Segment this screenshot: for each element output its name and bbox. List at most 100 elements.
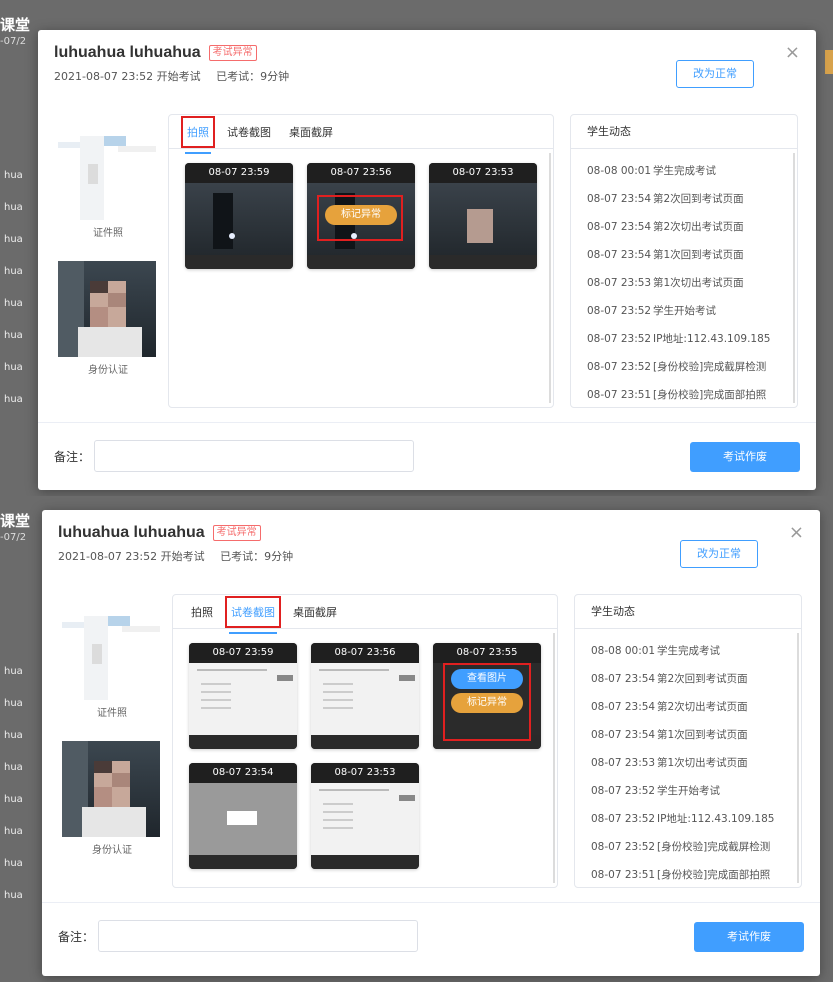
status-badge: 考试异常 <box>208 45 257 61</box>
close-icon[interactable]: × <box>789 522 804 543</box>
background-rows: hua hua hua hua hua hua hua hua <box>4 160 23 416</box>
student-exam-dialog: luhuahua luhuahua 考试异常 2021-08-07 23:52 … <box>38 30 816 490</box>
tab-photos[interactable]: 拍照 <box>181 115 215 154</box>
background-row: hua <box>4 826 23 837</box>
id-verify-caption: 身份认证 <box>92 845 132 856</box>
dialog-header: luhuahua luhuahua 考试异常 2021-08-07 23:52 … <box>54 44 289 84</box>
face-photo[interactable] <box>58 261 156 357</box>
remark-input[interactable] <box>94 440 415 472</box>
student-name: luhuahua luhuahua <box>58 524 205 541</box>
background-row: hua <box>4 762 23 773</box>
remark-row: 备注： <box>58 920 419 952</box>
list-item: 08-07 23:52 [身份校验]完成截屏检测 <box>591 841 771 853</box>
list-item: 08-07 23:52 学生开始考试 <box>587 305 716 317</box>
activity-panel: 学生动态 08-08 00:01 学生完成考试 08-07 23:54 第2次回到考… <box>574 594 802 888</box>
background-row: hua <box>4 202 23 213</box>
thumb-time: 08-07 23:54 <box>189 763 297 783</box>
dialog-header: luhuahua luhuahua 考试异常 2021-08-07 23:52 … <box>58 524 293 564</box>
face-photo[interactable] <box>62 741 160 837</box>
thumb-time: 08-07 23:59 <box>189 643 297 663</box>
thumb-time: 08-07 23:53 <box>311 763 419 783</box>
tab-paper-screenshots[interactable]: 试卷截图 <box>225 595 281 634</box>
scrollbar[interactable] <box>549 153 551 403</box>
panel-photos: 课堂 -07/2 hua hua hua hua hua hua hua hua… <box>0 0 833 496</box>
tab-paper-screenshots[interactable]: 试卷截图 <box>225 120 273 144</box>
background-row: hua <box>4 890 23 901</box>
highlight-box <box>443 663 531 741</box>
background-row: hua <box>4 362 23 373</box>
media-tabs: 拍照 试卷截图 桌面截屏 <box>169 115 553 154</box>
background-row: hua <box>4 394 23 405</box>
identity-column: 证件照 身份认证 <box>58 124 158 376</box>
list-item: 08-07 23:52 学生开始考试 <box>591 785 720 797</box>
void-exam-button[interactable]: 考试作废 <box>690 442 800 472</box>
screenshot-thumb[interactable]: 08-07 23:59 <box>189 643 297 749</box>
thumb-time: 08-07 23:56 <box>307 163 415 183</box>
background-title: 课堂 <box>0 16 31 34</box>
id-photo-caption: 证件照 <box>93 228 123 239</box>
scrollbar[interactable] <box>797 633 799 883</box>
mark-normal-button[interactable]: 改为正常 <box>676 60 754 88</box>
tab-desktop-screenshots[interactable]: 桌面截屏 <box>287 120 335 144</box>
thumb-time: 08-07 23:59 <box>185 163 293 183</box>
identity-column: 证件照 身份认证 <box>62 604 162 856</box>
background-row: hua <box>4 698 23 709</box>
id-photo[interactable] <box>62 604 162 700</box>
photo-thumb[interactable]: 08-07 23:53 <box>429 163 537 269</box>
list-item: 08-07 23:52 IP地址:112.43.109.185 <box>587 333 771 345</box>
activity-panel: 学生动态 08-08 00:01 学生完成考试 08-07 23:54 第2次回到考… <box>570 114 798 408</box>
list-item: 08-07 23:52 IP地址:112.43.109.185 <box>591 813 775 825</box>
id-verify-caption: 身份认证 <box>88 365 128 376</box>
student-exam-dialog: luhuahua luhuahua 考试异常 2021-08-07 23:52 … <box>42 510 820 976</box>
id-photo-caption: 证件照 <box>97 708 127 719</box>
close-icon[interactable]: × <box>785 42 800 63</box>
thumb-time: 08-07 23:55 <box>433 643 541 663</box>
remark-input[interactable] <box>98 920 419 952</box>
activity-title: 学生动态 <box>575 595 801 629</box>
background-accent <box>825 50 833 74</box>
scrollbar[interactable] <box>793 153 795 403</box>
screenshot-thumb[interactable]: 08-07 23:54 <box>189 763 297 869</box>
list-item: 08-07 23:54 第1次回到考试页面 <box>587 249 744 261</box>
background-row: hua <box>4 170 23 181</box>
activity-title: 学生动态 <box>571 115 797 149</box>
background-row: hua <box>4 666 23 677</box>
remark-row: 备注： <box>54 440 415 472</box>
background-row: hua <box>4 858 23 869</box>
activity-list: 08-08 00:01 学生完成考试 08-07 23:54 第2次回到考试页面 0… <box>571 149 797 409</box>
thumb-time: 08-07 23:53 <box>429 163 537 183</box>
scrollbar[interactable] <box>553 633 555 883</box>
remark-label: 备注： <box>54 449 91 464</box>
list-item: 08-07 23:52 [身份校验]完成截屏检测 <box>587 361 767 373</box>
media-panel: 拍照 试卷截图 桌面截屏 08-07 23:59 08-07 23:56 标记异… <box>168 114 554 408</box>
void-exam-button[interactable]: 考试作废 <box>694 922 804 952</box>
status-badge: 考试异常 <box>212 525 261 541</box>
activity-list: 08-08 00:01 学生完成考试 08-07 23:54 第2次回到考试页面 0… <box>575 629 801 889</box>
highlight-box <box>317 195 403 241</box>
list-item: 08-07 23:54 第2次切出考试页面 <box>591 701 748 713</box>
screenshot-thumb[interactable]: 08-07 23:56 <box>311 643 419 749</box>
list-item: 08-08 00:01 学生完成考试 <box>587 165 716 177</box>
background-row: hua <box>4 266 23 277</box>
footer-divider <box>38 422 816 423</box>
list-item: 08-07 23:51 [身份校验]完成面部拍照 <box>591 869 771 881</box>
exam-duration: 已考试：9分钟 <box>220 550 294 563</box>
background-date: -07/2 <box>0 532 27 543</box>
list-item: 08-07 23:54 第2次切出考试页面 <box>587 221 744 233</box>
list-item: 08-08 00:01 学生完成考试 <box>591 645 720 657</box>
mark-normal-button[interactable]: 改为正常 <box>680 540 758 568</box>
exam-start-time: 2021-08-07 23:52 开始考试 <box>58 550 205 563</box>
thumb-time: 08-07 23:56 <box>311 643 419 663</box>
list-item: 08-07 23:53 第1次切出考试页面 <box>587 277 744 289</box>
background-title: 课堂 <box>0 512 31 530</box>
list-item: 08-07 23:54 第2次回到考试页面 <box>587 193 744 205</box>
id-photo[interactable] <box>58 124 158 220</box>
screenshot-thumb[interactable]: 08-07 23:53 <box>311 763 419 869</box>
list-item: 08-07 23:54 第1次回到考试页面 <box>591 729 748 741</box>
background-date: -07/2 <box>0 36 27 47</box>
tab-desktop-screenshots[interactable]: 桌面截屏 <box>291 600 339 624</box>
photo-thumb[interactable]: 08-07 23:59 <box>185 163 293 269</box>
tab-photos[interactable]: 拍照 <box>189 600 215 624</box>
exam-duration: 已考试：9分钟 <box>216 70 290 83</box>
list-item: 08-07 23:53 第1次切出考试页面 <box>591 757 748 769</box>
